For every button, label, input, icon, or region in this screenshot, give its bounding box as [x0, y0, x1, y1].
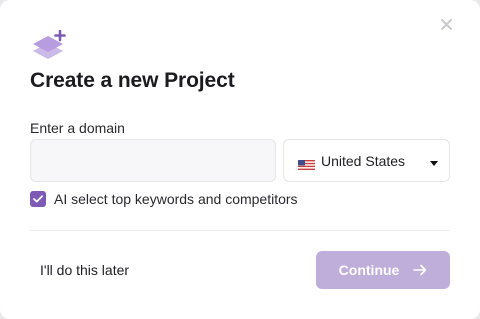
continue-button[interactable]: Continue [316, 251, 450, 289]
domain-input[interactable] [30, 139, 276, 182]
divider [30, 230, 450, 231]
arrow-right-icon [413, 264, 427, 276]
do-later-link[interactable]: I'll do this later [40, 262, 129, 278]
checkmark-icon [33, 195, 43, 203]
modal-title: Create a new Project [30, 69, 235, 92]
continue-label: Continue [338, 262, 400, 278]
country-selected-label: United States [321, 153, 406, 169]
ai-select-label[interactable]: AI select top keywords and competitors [54, 191, 298, 207]
caret-down-icon [430, 161, 438, 166]
ai-select-checkbox[interactable] [30, 191, 46, 207]
close-button[interactable] [437, 15, 455, 33]
layers-add-icon [30, 29, 68, 66]
close-icon [440, 18, 452, 30]
domain-label: Enter a domain [30, 120, 125, 136]
us-flag-icon [298, 157, 315, 170]
country-select[interactable]: United States [283, 139, 450, 182]
create-project-modal: Create a new Project Enter a domain Unit… [0, 0, 480, 319]
